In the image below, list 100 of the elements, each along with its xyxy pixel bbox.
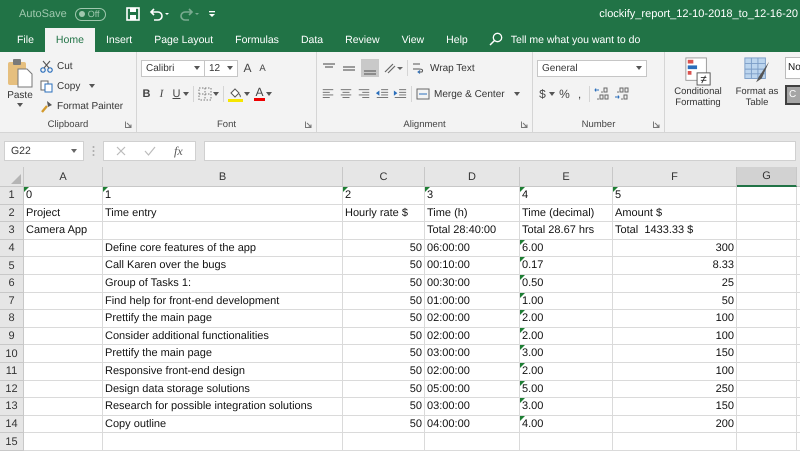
table-cell: 300 (613, 240, 737, 258)
column-header[interactable]: A (24, 167, 103, 187)
table-cell: 150 (613, 398, 737, 416)
increase-indent-icon[interactable] (393, 87, 407, 101)
check-icon[interactable] (144, 146, 156, 156)
borders-icon[interactable] (198, 87, 212, 101)
comma-style-button[interactable]: , (574, 87, 585, 101)
caret-icon[interactable] (244, 92, 250, 96)
row-header[interactable]: 10 (0, 345, 24, 363)
empty-cell (737, 257, 797, 275)
table-cell: Total 28.67 hrs (520, 222, 613, 240)
table-cell: 2.00 (520, 310, 613, 328)
insert-function-button[interactable]: fx (174, 144, 183, 158)
grow-font-button[interactable]: A (242, 61, 253, 75)
empty-cell (737, 380, 797, 398)
row-header[interactable]: 4 (0, 240, 24, 258)
row-header[interactable]: 11 (0, 362, 24, 381)
align-bottom-icon[interactable] (361, 59, 379, 77)
shrink-font-button[interactable]: A (257, 62, 268, 74)
row-header[interactable]: 7 (0, 292, 24, 310)
caret-icon (636, 66, 642, 70)
dialog-launcher-icon[interactable] (125, 121, 132, 128)
bold-button[interactable]: B (141, 88, 152, 100)
menu-tab[interactable]: Help (435, 28, 479, 52)
dialog-launcher-icon[interactable] (521, 121, 528, 128)
align-right-icon[interactable] (357, 87, 371, 101)
undo-icon[interactable] (148, 7, 170, 21)
table-cell: 4 (520, 187, 613, 205)
format-painter-button[interactable]: Format Painter (40, 98, 124, 114)
menu-tab[interactable]: Insert (94, 28, 144, 52)
save-icon[interactable] (126, 7, 140, 21)
menu-tab[interactable]: File (6, 28, 45, 52)
formula-input[interactable] (204, 141, 796, 161)
menu-tab[interactable]: Review (334, 28, 391, 52)
row-header[interactable]: 14 (0, 416, 24, 434)
decrease-indent-icon[interactable] (375, 87, 389, 101)
row-header[interactable]: 6 (0, 274, 24, 293)
caret-icon[interactable] (213, 92, 219, 96)
column-header[interactable]: G (737, 167, 797, 187)
menu-tab[interactable]: Data (290, 28, 334, 52)
decrease-decimal-icon[interactable] (614, 87, 630, 101)
customize-caret-icon[interactable] (208, 10, 216, 18)
dialog-launcher-icon[interactable] (653, 121, 660, 128)
tell-me-search[interactable]: Tell me what you want to do (510, 28, 640, 52)
font-color-button[interactable]: A (254, 87, 265, 101)
font-name-dropdown[interactable]: Calibri (141, 60, 205, 76)
normal-style-swatch[interactable]: No (785, 57, 800, 79)
name-box[interactable]: G22 (4, 141, 84, 161)
table-cell: 05:00:00 (425, 380, 520, 398)
fill-color-icon[interactable] (228, 86, 243, 102)
caret-icon[interactable] (549, 92, 555, 96)
row-header[interactable]: 2 (0, 204, 24, 222)
table-cell: Amount $ (613, 204, 737, 222)
wrap-text-icon (412, 61, 426, 75)
caret-icon[interactable] (266, 92, 272, 96)
italic-button[interactable]: I (156, 88, 167, 100)
cut-button[interactable]: Cut (40, 58, 124, 74)
font-size-dropdown[interactable]: 12 (204, 60, 238, 76)
table-cell: 5.00 (520, 380, 613, 398)
wrap-text-button[interactable]: Wrap Text (412, 60, 475, 76)
menu-tab[interactable]: Page Layout (143, 28, 224, 52)
search-icon[interactable] (488, 32, 503, 46)
column-header[interactable]: B (103, 167, 343, 187)
align-center-icon[interactable] (339, 87, 353, 101)
dialog-launcher-icon[interactable] (305, 121, 312, 128)
row-header[interactable]: 3 (0, 222, 24, 240)
table-cell: 150 (613, 345, 737, 363)
percent-button[interactable]: % (559, 87, 570, 101)
caret-icon (17, 103, 23, 107)
menu-tab[interactable]: Home (44, 28, 95, 52)
paste-button[interactable]: Paste (4, 56, 36, 116)
table-cell: 1.00 (520, 292, 613, 310)
currency-button[interactable]: $ (537, 87, 548, 101)
row-header[interactable]: 8 (0, 310, 24, 328)
caret-icon[interactable] (183, 92, 189, 96)
row-header[interactable]: 1 (0, 187, 24, 205)
column-header[interactable]: D (425, 167, 520, 187)
row-header[interactable]: 13 (0, 398, 24, 416)
number-format-dropdown[interactable]: General (537, 60, 647, 76)
group-label: Number (582, 118, 616, 130)
menu-tab[interactable]: Formulas (224, 28, 290, 52)
column-header[interactable]: E (520, 167, 613, 187)
conditional-formatting-button[interactable]: Conditional Formatting (667, 56, 729, 132)
row-header[interactable]: 9 (0, 328, 24, 346)
increase-decimal-icon[interactable] (594, 87, 610, 101)
column-header[interactable]: F (613, 167, 737, 187)
merge-center-button[interactable]: Merge & Center (416, 86, 520, 102)
underline-button[interactable]: U (171, 88, 182, 100)
table-cell: 50 (343, 310, 425, 328)
row-header[interactable]: 5 (0, 257, 24, 275)
row-header[interactable]: 12 (0, 380, 24, 398)
table-cell: Prettify the main page (103, 310, 343, 328)
copy-button[interactable]: Copy (40, 78, 124, 94)
table-cell: Find help for front-end development (103, 292, 343, 310)
orientation-icon[interactable] (383, 62, 403, 74)
menu-tab[interactable]: View (390, 28, 436, 52)
align-left-icon[interactable] (321, 87, 335, 101)
format-as-table-button[interactable]: Format as Table (733, 56, 781, 132)
row-header[interactable]: 15 (0, 433, 24, 451)
column-header[interactable]: C (343, 167, 425, 187)
